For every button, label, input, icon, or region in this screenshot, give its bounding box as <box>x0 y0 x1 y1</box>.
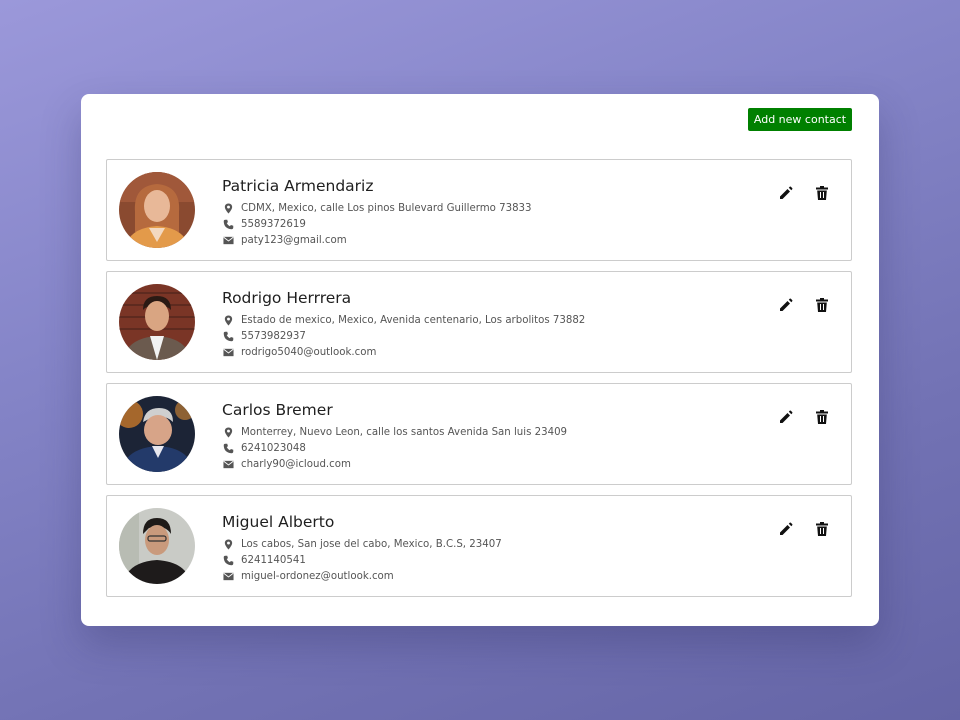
contact-card: Carlos Bremer Monterrey, Nuevo Leon, cal… <box>106 383 852 485</box>
phone-text: 5589372619 <box>241 218 306 230</box>
contact-phone: 6241140541 <box>222 552 502 568</box>
pencil-icon[interactable] <box>777 184 795 202</box>
mail-icon <box>222 346 234 358</box>
pencil-icon[interactable] <box>777 296 795 314</box>
trash-icon[interactable] <box>813 408 831 426</box>
phone-icon <box>222 330 234 342</box>
contact-card: Patricia Armendariz CDMX, Mexico, calle … <box>106 159 852 261</box>
address-text: Estado de mexico, Mexico, Avenida centen… <box>241 314 586 326</box>
contact-address: CDMX, Mexico, calle Los pinos Bulevard G… <box>222 200 532 216</box>
mail-icon <box>222 570 234 582</box>
phone-text: 5573982937 <box>241 330 306 342</box>
pencil-icon[interactable] <box>777 520 795 538</box>
contacts-card: Add new contact Patricia Armendariz CDMX… <box>81 94 879 626</box>
contact-phone: 5573982937 <box>222 328 585 344</box>
contact-address: Los cabos, San jose del cabo, Mexico, B.… <box>222 536 502 552</box>
avatar <box>119 172 195 248</box>
mail-icon <box>222 458 234 470</box>
phone-icon <box>222 442 234 454</box>
address-text: Monterrey, Nuevo Leon, calle los santos … <box>241 426 568 438</box>
contact-phone: 5589372619 <box>222 216 532 232</box>
location-pin-icon <box>222 426 234 438</box>
avatar <box>119 508 195 584</box>
contact-email: rodrigo5040@outlook.com <box>222 344 585 360</box>
contact-list: Patricia Armendariz CDMX, Mexico, calle … <box>106 159 852 607</box>
mail-icon <box>222 234 234 246</box>
avatar <box>119 284 195 360</box>
add-new-contact-button[interactable]: Add new contact <box>748 108 852 131</box>
address-text: Los cabos, San jose del cabo, Mexico, B.… <box>241 538 502 550</box>
phone-text: 6241140541 <box>241 554 306 566</box>
contact-actions <box>777 296 831 314</box>
contact-actions <box>777 408 831 426</box>
contact-actions <box>777 520 831 538</box>
contact-email: paty123@gmail.com <box>222 232 532 248</box>
trash-icon[interactable] <box>813 520 831 538</box>
contact-card: Rodrigo Herrrera Estado de mexico, Mexic… <box>106 271 852 373</box>
contact-name: Miguel Alberto <box>222 513 335 531</box>
avatar <box>119 396 195 472</box>
contact-name: Carlos Bremer <box>222 401 333 419</box>
pencil-icon[interactable] <box>777 408 795 426</box>
contact-actions <box>777 184 831 202</box>
phone-text: 6241023048 <box>241 442 306 454</box>
trash-icon[interactable] <box>813 184 831 202</box>
contact-email: miguel-ordonez@outlook.com <box>222 568 502 584</box>
contact-address: Monterrey, Nuevo Leon, calle los santos … <box>222 424 567 440</box>
location-pin-icon <box>222 314 234 326</box>
location-pin-icon <box>222 538 234 550</box>
trash-icon[interactable] <box>813 296 831 314</box>
contact-name: Rodrigo Herrrera <box>222 289 352 307</box>
email-text: miguel-ordonez@outlook.com <box>241 570 394 582</box>
email-text: charly90@icloud.com <box>241 458 351 470</box>
email-text: paty123@gmail.com <box>241 234 347 246</box>
contact-phone: 6241023048 <box>222 440 567 456</box>
phone-icon <box>222 554 234 566</box>
address-text: CDMX, Mexico, calle Los pinos Bulevard G… <box>241 202 532 214</box>
email-text: rodrigo5040@outlook.com <box>241 346 377 358</box>
contact-name: Patricia Armendariz <box>222 177 374 195</box>
location-pin-icon <box>222 202 234 214</box>
contact-address: Estado de mexico, Mexico, Avenida centen… <box>222 312 585 328</box>
contact-email: charly90@icloud.com <box>222 456 567 472</box>
phone-icon <box>222 218 234 230</box>
contact-card: Miguel Alberto Los cabos, San jose del c… <box>106 495 852 597</box>
